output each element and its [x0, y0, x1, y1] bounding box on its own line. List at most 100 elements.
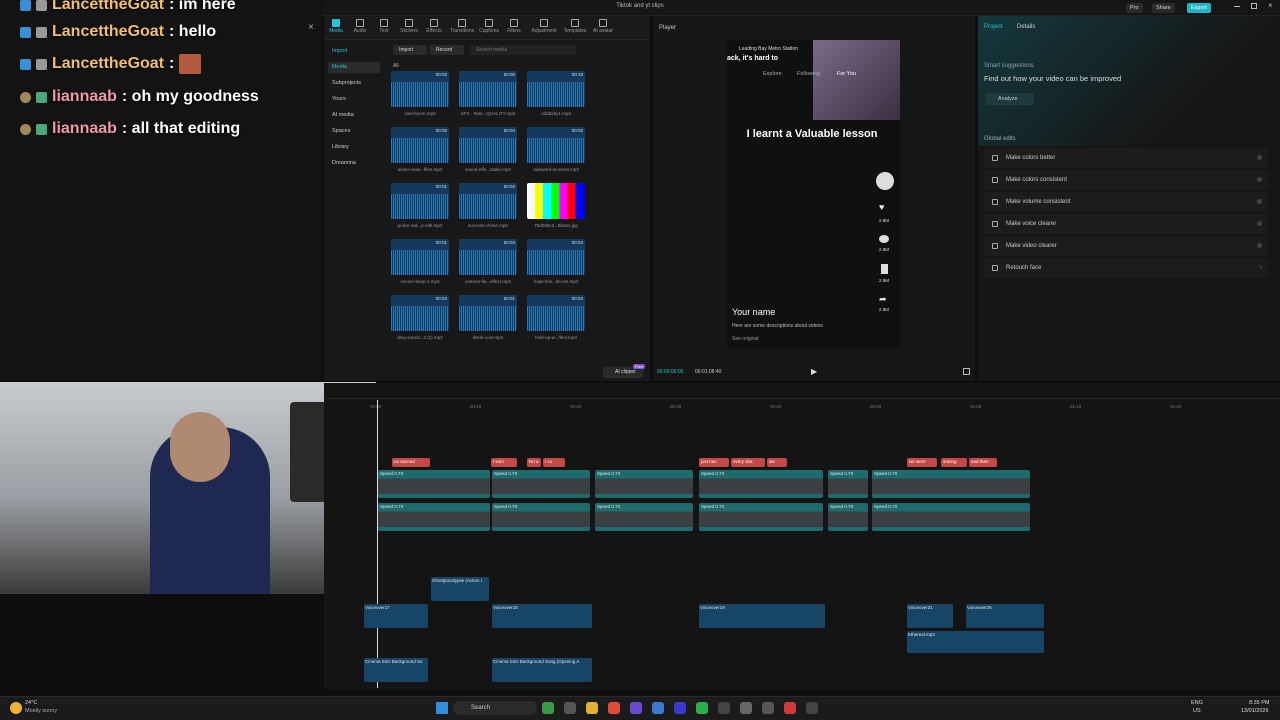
text-clip[interactable]: no second	[392, 458, 430, 467]
widgets-icon[interactable]	[542, 702, 554, 714]
sidebar-item-yours[interactable]: Yours	[328, 94, 380, 105]
playhead[interactable]	[377, 400, 378, 688]
media-tile[interactable]: 00:02	[391, 71, 449, 107]
text-clip[interactable]: and then	[969, 458, 997, 467]
media-tile[interactable]: 00:03	[527, 295, 585, 331]
chrome-icon[interactable]	[608, 702, 620, 714]
windows-start-icon[interactable]	[436, 702, 448, 714]
analyze-button[interactable]: Analyze	[986, 93, 1034, 105]
language[interactable]: ENG	[1191, 700, 1203, 706]
video-clip[interactable]: Speed 0.7X	[828, 503, 868, 531]
play-icon[interactable]: ▶	[811, 367, 817, 376]
vpn-icon[interactable]	[674, 702, 686, 714]
taskbar-search[interactable]: Search	[453, 701, 537, 715]
text-clip[interactable]: I co	[543, 458, 565, 467]
text-clip[interactable]: No a	[527, 458, 541, 467]
media-tile[interactable]: 00:03	[391, 295, 449, 331]
close-icon[interactable]: ×	[1268, 1, 1273, 10]
media-tile[interactable]: 00:04	[527, 239, 585, 275]
search-input[interactable]: Search media	[470, 45, 576, 55]
video-clip[interactable]: Speed 0.7X	[828, 470, 868, 498]
media-tile[interactable]: 00:06	[459, 71, 517, 107]
audio-clip[interactable]: Voiceover21	[907, 604, 953, 628]
export-button[interactable]: Export	[1187, 3, 1211, 13]
tab-details[interactable]: Details	[1017, 24, 1035, 30]
tab-effects[interactable]: Effects	[422, 19, 446, 34]
audio-clip[interactable]: Voiceover26	[966, 604, 1044, 628]
media-tile[interactable]: 00:01	[391, 239, 449, 275]
video-preview[interactable]: Leading Bay Metro Station ack, it's hard…	[727, 40, 900, 348]
video-clip[interactable]: Speed 0.7X	[378, 503, 490, 531]
chat-close-icon[interactable]: ×	[308, 22, 314, 33]
media-tile[interactable]: 00:04	[459, 127, 517, 163]
text-clip[interactable]: I won	[491, 458, 517, 467]
sidebar-item-ai-media[interactable]: AI media	[328, 110, 380, 121]
terminal-icon[interactable]	[762, 702, 774, 714]
media-tile[interactable]: 00:03	[459, 239, 517, 275]
text-clip[interactable]: staring	[941, 458, 967, 467]
tab-adjustment[interactable]: Adjustment	[529, 19, 559, 34]
pro-button[interactable]: Pro	[1126, 3, 1143, 13]
share-button[interactable]: Share	[1152, 3, 1175, 13]
minimize-icon[interactable]	[1234, 6, 1240, 7]
tab-transitions[interactable]: Transitions	[448, 19, 476, 34]
audio-clip[interactable]: Ghostpocalypse (Action I	[431, 577, 489, 601]
media-tile[interactable]: 00:01	[391, 183, 449, 219]
global-edit-volume[interactable]: Make volume consistent	[984, 192, 1268, 212]
global-edit-colors-better[interactable]: Make colors better	[984, 148, 1268, 168]
tab-filters[interactable]: Filters	[502, 19, 526, 34]
fullscreen-icon[interactable]	[963, 368, 970, 375]
tab-audio[interactable]: Audio	[348, 19, 372, 34]
teams-icon[interactable]	[630, 702, 642, 714]
steam-icon[interactable]	[718, 702, 730, 714]
maximize-icon[interactable]	[1251, 3, 1257, 9]
media-tile[interactable]: 00:02	[459, 183, 517, 219]
filter-all[interactable]: All	[393, 63, 399, 69]
text-clip[interactable]: we were	[907, 458, 937, 467]
tab-captions[interactable]: Captions	[477, 19, 501, 34]
media-tile[interactable]	[527, 183, 585, 219]
audio-clip[interactable]: Cinema Sins Background Song (Opening A	[492, 658, 592, 682]
audio-clip[interactable]: Voiceover19	[699, 604, 825, 628]
sidebar-item-import[interactable]: Import	[328, 46, 380, 57]
tab-text[interactable]: Text	[372, 19, 396, 34]
audio-clip[interactable]: Cinema Sins Background So	[364, 658, 428, 682]
global-edit-retouch[interactable]: Retouch face ›	[984, 258, 1268, 278]
app-icon[interactable]	[806, 702, 818, 714]
record-button[interactable]: Record	[430, 45, 464, 55]
text-clip[interactable]: every sha	[731, 458, 765, 467]
sidebar-item-dreamina[interactable]: Dreamina	[328, 158, 380, 169]
media-tile[interactable]: 00:01	[459, 295, 517, 331]
weather-icon[interactable]	[10, 702, 22, 714]
tab-templates[interactable]: Templates	[562, 19, 588, 34]
video-clip[interactable]: Speed 0.7X	[492, 503, 590, 531]
media-tile[interactable]: 00:05	[391, 127, 449, 163]
global-edit-colors-consistent[interactable]: Make colors consistent	[984, 170, 1268, 190]
video-clip[interactable]: Speed 0.7X	[872, 503, 1030, 531]
video-clip[interactable]: Speed 0.7X	[595, 503, 693, 531]
video-clip[interactable]: Speed 0.7X	[872, 470, 1030, 498]
file-explorer-icon[interactable]	[586, 702, 598, 714]
video-clip[interactable]: Speed 0.7X	[699, 470, 823, 498]
sidebar-item-spaces[interactable]: Spaces	[328, 126, 380, 137]
tab-ai-avatar[interactable]: AI avatar	[590, 19, 616, 34]
sidebar-item-media[interactable]: Media	[328, 62, 380, 73]
clock-time[interactable]: 8:35 PM	[1249, 700, 1269, 706]
capcut-icon[interactable]	[740, 702, 752, 714]
video-clip[interactable]: Speed 0.7X	[699, 503, 823, 531]
video-clip[interactable]: Speed 0.7X	[378, 470, 490, 498]
obs-icon[interactable]	[784, 702, 796, 714]
sidebar-item-library[interactable]: Library	[328, 142, 380, 153]
tab-project[interactable]: Project	[984, 24, 1003, 30]
sidebar-item-subprojects[interactable]: Subprojects	[328, 78, 380, 89]
import-button[interactable]: Import	[393, 45, 427, 55]
video-clip[interactable]: Speed 0.7X	[595, 470, 693, 498]
media-tile[interactable]: 00:19	[527, 71, 585, 107]
audio-clip[interactable]: Ethereal.mp3	[907, 631, 1044, 653]
global-edit-video[interactable]: Make video clearer	[984, 236, 1268, 256]
text-clip[interactable]: just hav	[699, 458, 729, 467]
tab-media[interactable]: Media	[324, 19, 348, 34]
text-clip[interactable]: we	[767, 458, 787, 467]
audio-clip[interactable]: Voiceover18	[492, 604, 592, 628]
spotify-icon[interactable]	[696, 702, 708, 714]
